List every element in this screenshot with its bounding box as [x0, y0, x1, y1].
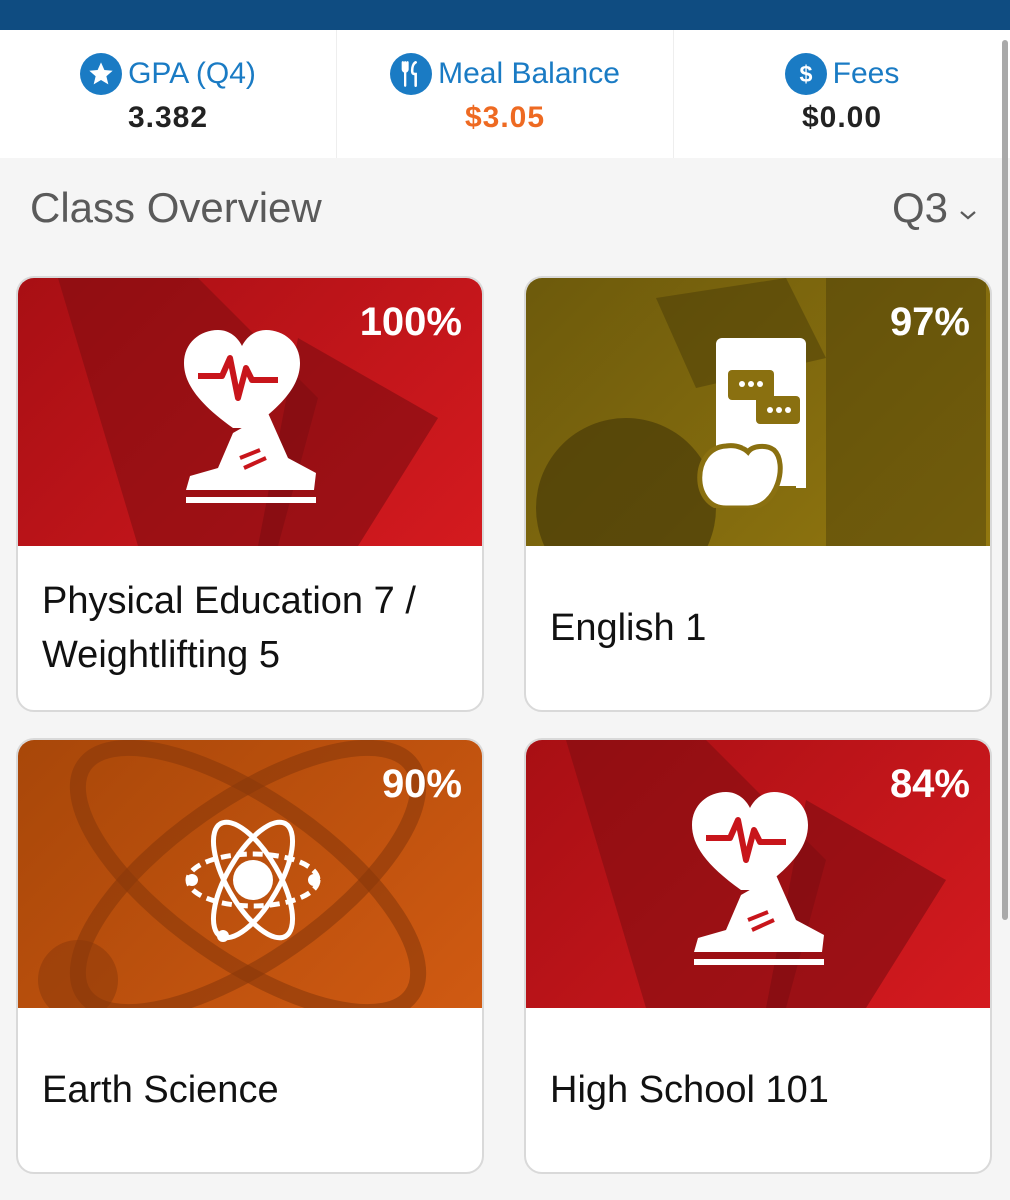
- section-title: Class Overview: [30, 184, 322, 231]
- class-card-earth-science[interactable]: 90% Earth Science: [16, 738, 484, 1174]
- class-card-english[interactable]: 97% English 1: [524, 276, 992, 712]
- scrollbar[interactable]: [1002, 40, 1008, 920]
- gpa-value: 3.382: [127, 101, 209, 134]
- quarter-label: Q3: [891, 184, 948, 231]
- chevron-down-icon: [958, 184, 978, 232]
- meal-balance-value: $3.05: [464, 101, 546, 134]
- class-grade: 84%: [889, 762, 970, 806]
- class-grade: 100%: [359, 300, 462, 344]
- fees-value: $0.00: [801, 101, 883, 134]
- book-apple-icon: [697, 338, 806, 508]
- class-grade: 90%: [381, 762, 462, 806]
- class-card-physical-education[interactable]: 100% Physical Education 7 / Weightliftin…: [16, 276, 484, 712]
- fees-stat[interactable]: $ Fees $0.00: [674, 30, 1010, 158]
- class-name: English 1: [550, 607, 707, 650]
- class-card-high-school-101[interactable]: 84% High School 101: [524, 738, 992, 1174]
- fork-knife-icon: [390, 53, 433, 95]
- top-bar: [0, 0, 1010, 30]
- class-banner: 84%: [526, 740, 990, 1008]
- dollar-icon: $: [784, 53, 827, 95]
- meal-balance-label: Meal Balance: [438, 57, 620, 90]
- class-name: Physical Education 7 / Weightlifting 5: [42, 580, 416, 676]
- atom-icon: [185, 819, 321, 942]
- class-name: Earth Science: [42, 1069, 279, 1112]
- quarter-selector[interactable]: Q3: [892, 184, 978, 232]
- star-icon: [80, 53, 123, 95]
- meal-balance-stat[interactable]: Meal Balance $3.05: [337, 30, 674, 158]
- class-grade: 97%: [889, 300, 970, 344]
- class-name: High School 101: [550, 1069, 829, 1112]
- stats-bar: GPA (Q4) 3.382 Meal Balance $3.05 $ Fees…: [0, 30, 1010, 158]
- class-banner: 100%: [18, 278, 482, 546]
- heart-shoe-icon: [184, 330, 316, 503]
- gpa-stat[interactable]: GPA (Q4) 3.382: [0, 30, 337, 158]
- svg-text:$: $: [799, 61, 812, 87]
- class-banner: 90%: [18, 740, 482, 1008]
- class-banner: 97%: [526, 278, 990, 546]
- fees-label: Fees: [832, 57, 900, 90]
- gpa-label: GPA (Q4): [128, 57, 256, 90]
- heart-shoe-icon: [692, 792, 824, 965]
